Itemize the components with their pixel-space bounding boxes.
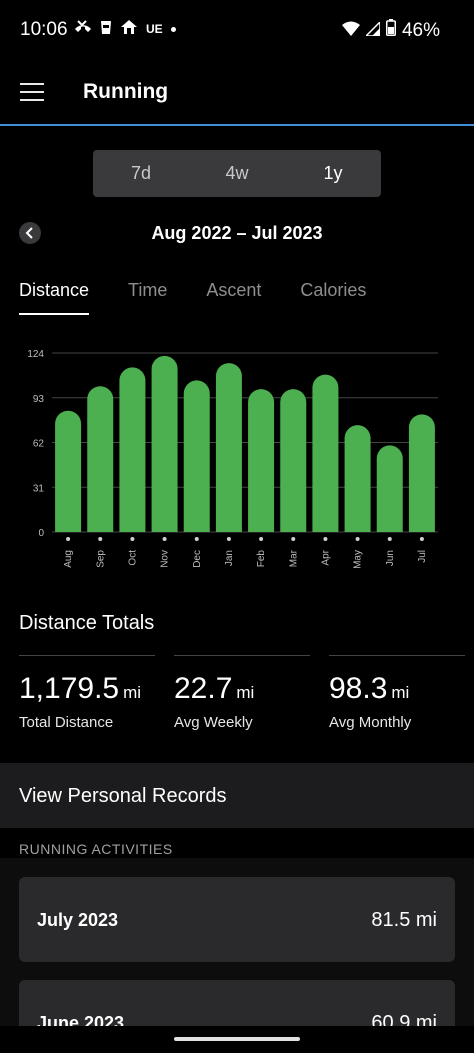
stat-unit: mi [391,683,410,702]
chevron-left-icon [25,227,33,239]
view-personal-records-button[interactable]: View Personal Records [0,763,474,828]
stat-avg-monthly: 98.3 mi Avg Monthly [329,655,465,731]
x-tick-label: Dec [192,550,203,568]
chart-bar [55,410,82,532]
range-option-7d[interactable]: 7d [93,150,189,197]
period-label: Aug 2022 – Jul 2023 [151,223,323,243]
chart-bar [248,389,275,532]
previous-period-button[interactable] [19,222,41,244]
x-tick-label: Oct [127,550,138,566]
x-tick-dot [355,537,360,541]
chart-bar [119,367,146,532]
x-tick-dot [259,537,264,541]
tab-distance[interactable]: Distance [19,280,90,315]
totals-title: Distance Totals [19,612,155,634]
missed-call-icon [74,20,92,38]
x-tick-label: Jun [385,550,396,566]
chart-bar [151,355,178,532]
x-tick-dot [162,537,167,541]
stat-label: Total Distance [19,714,114,731]
x-tick-dot [323,537,328,541]
chart-bar [183,380,210,532]
x-tick-label: Apr [320,549,331,565]
stat-avg-weekly: 22.7 mi Avg Weekly [174,655,310,731]
notification-dot-icon [170,26,176,32]
status-icons: UE [74,19,176,39]
tab-ascent[interactable]: Ascent [206,280,261,315]
activity-month: July 2023 [37,910,119,930]
home-icon [120,19,138,39]
range-option-1y[interactable]: 1y [285,150,381,197]
carrier-label: UE [146,22,163,36]
system-nav-bar [0,1026,474,1053]
battery-percent: 46% [401,19,440,41]
chart-bar [280,389,307,532]
stat-unit: mi [123,683,142,702]
y-tick-label: 31 [33,483,45,494]
x-tick-label: Sep [95,550,106,568]
cup-icon [100,19,112,39]
chart-bar [344,425,371,532]
activity-distance: 81.5 mi [371,909,437,931]
y-tick-label: 62 [33,439,45,450]
status-right: 46% [341,19,440,42]
x-tick-dot [98,537,103,541]
activities-header: RUNNING ACTIVITIES [19,841,173,857]
y-tick-label: 93 [33,394,45,405]
x-tick-label: Nov [160,550,171,568]
y-tick-label: 124 [27,349,44,360]
status-time: 10:06 [20,19,68,40]
signal-icon [364,19,381,42]
tab-time[interactable]: Time [128,280,167,315]
x-tick-label: May [353,550,364,569]
chart-bar [408,414,435,532]
range-selector: 7d 4w 1y [93,150,381,197]
x-tick-label: Jan [224,550,235,566]
stat-value: 22.7 [174,672,233,705]
y-tick-label: 0 [38,528,44,539]
x-tick-dot [387,537,392,541]
distance-chart: 0 31 62 93 124 Aug Sep Oct Nov Dec Jan Feb Mar Apr May… [0,340,474,590]
stat-value: 1,179.5 [19,672,120,705]
stat-unit: mi [236,683,255,702]
x-tick-label: Jul [417,550,428,563]
wifi-icon [341,20,360,42]
x-tick-label: Aug [63,550,74,568]
app-bar: Running [0,60,474,126]
activity-month-card[interactable]: July 2023 81.5 mi [19,877,455,962]
records-label: View Personal Records [19,785,227,807]
range-option-4w[interactable]: 4w [189,150,285,197]
stat-total-distance: 1,179.5 mi Total Distance [19,655,155,731]
page-title: Running [83,80,169,103]
x-tick-dot [66,537,71,541]
x-tick-label: Feb [256,550,267,568]
x-tick-dot [419,537,424,541]
x-tick-dot [226,537,231,541]
stat-value: 98.3 [329,672,388,705]
chart-bar [312,374,339,532]
battery-icon [385,19,396,42]
menu-icon[interactable] [20,83,44,101]
x-tick-dot [130,537,135,541]
chart-bar [376,445,403,532]
bar-chart: 0 31 62 93 124 Aug Sep Oct Nov Dec Jan Feb Mar Apr May… [27,349,438,569]
stat-label: Avg Monthly [329,714,412,731]
x-tick-dot [194,537,199,541]
activities-list: July 2023 81.5 mi June 2023 60.9 mi [0,858,474,1053]
home-gesture-handle[interactable] [174,1037,300,1041]
x-tick-label: Mar [288,549,299,567]
status-bar: 10:06 UE 46% [0,0,474,60]
tab-calories[interactable]: Calories [300,280,366,315]
chart-bar [215,363,242,532]
x-tick-dot [291,537,296,541]
chart-bar [87,386,114,532]
metric-tabs: Distance Time Ascent Calories [19,280,405,315]
stat-label: Avg Weekly [174,714,253,731]
